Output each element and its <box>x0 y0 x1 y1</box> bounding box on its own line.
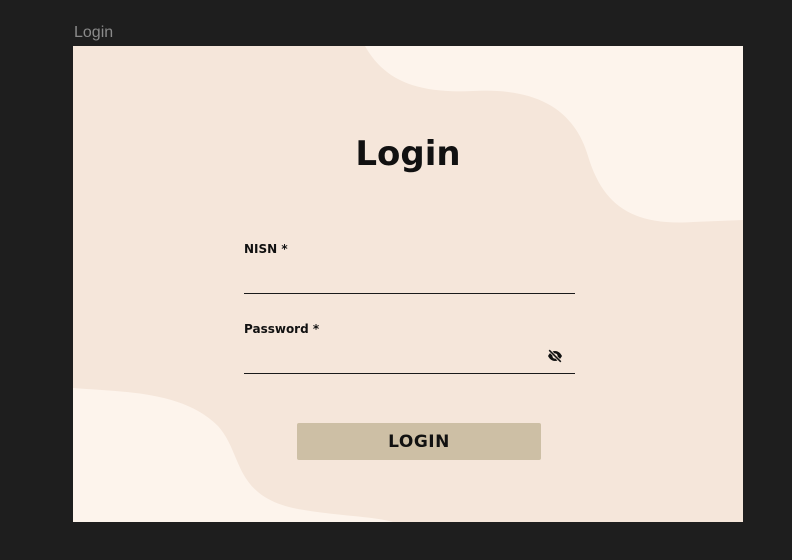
password-label: Password * <box>244 322 320 336</box>
eye-off-icon[interactable] <box>547 348 563 364</box>
password-input[interactable] <box>244 344 575 374</box>
password-field: Password * <box>244 322 575 374</box>
nisn-label: NISN * <box>244 242 288 256</box>
login-button[interactable]: LOGIN <box>297 423 541 460</box>
login-card: Login NISN * Password * LOGIN <box>73 46 743 522</box>
page-title: Login <box>355 134 461 174</box>
nisn-input[interactable] <box>244 264 575 294</box>
frame-title: Login <box>74 24 114 41</box>
nisn-field: NISN * <box>244 242 575 294</box>
